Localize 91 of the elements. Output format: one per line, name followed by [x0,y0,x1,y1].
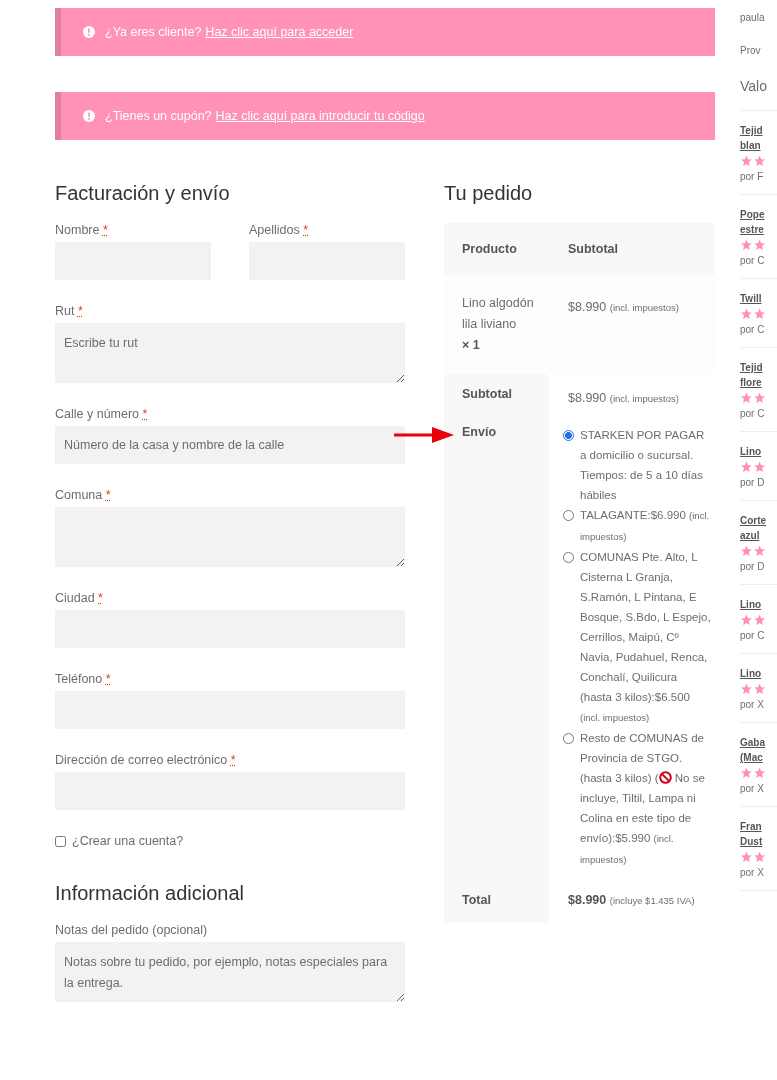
shipping-option-label: STARKEN POR PAGAR a domicilio o sucursal. Tiempos: de 5 a 10 días hábiles [580,428,706,503]
section-title: Facturación y envío [55,182,231,205]
tax-note: (incluye $1.435 IVA) [609,895,695,906]
notice-text: ¿Tienes un cupón? [105,109,212,123]
product-link[interactable]: estre [740,224,764,235]
price: $8.990 [568,300,607,314]
product-link[interactable]: Dust [740,836,763,847]
required-mark: * [142,407,148,421]
row-label: Total [444,880,549,923]
required-mark: * [77,304,83,318]
review-author: por C [740,255,765,266]
rating-stars-drawing [740,851,766,863]
required-mark: * [98,591,103,605]
shipping-option-label: Resto de COMUNAS de Provincia de STGO. (hasta 3 kilos) ( No se incluye, Tiltil, Lampa ni Colina en este tipo de envío):$5.990 (incl. impuestos) [580,731,706,867]
product-link[interactable]: Twill [740,293,762,304]
field-label: Nombre [55,223,100,237]
rating-stars-drawing [740,155,766,167]
total-price: $8.990 [568,893,607,907]
price: $8.990 [568,391,607,405]
product-link[interactable]: (Mac [740,752,763,763]
radio-button[interactable] [563,510,574,521]
alert-icon [83,26,95,38]
section-title: Información adicional [55,882,245,905]
tax-note: (incl. impuestos) [609,302,679,313]
required-mark: * [102,223,108,237]
row-label: Envío [462,425,497,439]
product-name: Lino algodón lila liviano × 1 [461,295,535,354]
field-label: Rut [55,304,75,318]
product-link[interactable]: Fran [740,821,762,832]
arrow-annotation [394,427,454,443]
review-author: por X [740,699,764,710]
product-link[interactable]: Tejid [740,362,763,373]
required-mark: * [303,223,309,237]
field-label: Apellidos [249,223,300,237]
checkbox-label: ¿Crear una cuenta? [72,834,184,848]
checkbox[interactable] [55,835,66,847]
rating-stars-drawing [740,392,766,404]
review-author: por X [740,867,764,878]
radio-button[interactable] [563,552,574,563]
product-link[interactable]: azul [740,530,760,541]
sidebar-text: Prov [740,45,762,56]
product-link[interactable]: flore [740,377,762,388]
field-label: Calle y número [55,407,140,421]
review-author: por C [740,324,765,335]
column-header: Producto [461,240,518,258]
sidebar-heading: Valo [740,78,777,111]
product-link[interactable]: Pope [740,209,765,220]
review-author: por X [740,783,764,794]
field-label: Teléfono [55,672,103,686]
rating-stars-drawing [740,461,766,473]
shipping-option-label: TALAGANTE:$6.990 (incl. impuestos) [580,508,711,544]
section-title: Tu pedido [444,182,534,205]
review-author: por D [740,477,765,488]
required-mark: * [230,753,236,767]
field-label: Notas del pedido (opcional) [55,923,208,937]
review-author: por C [740,408,765,419]
required-mark: * [105,488,111,502]
rating-stars-drawing [740,683,766,695]
alert-icon [83,110,95,122]
shipping-option-label: COMUNAS Pte. Alto, L Cisterna L Granja, S.Ramón, L Pintana, E Bosque, S.Bdo, L Espejo, Cerrillos, Maipú, Cº Navia, Pudahuel, Renca, Conchalí, Quilicura (hasta 3 kilos):$6.500 (incl. impuestos) [580,550,711,725]
product-link[interactable]: Tejid [740,125,763,136]
input-field[interactable]: Número de la casa y nombre de la calle [55,426,405,464]
field-label: Comuna [55,488,103,502]
review-author: por F [740,171,764,182]
notice-text: ¿Ya eres cliente? [105,25,202,39]
review-author: por D [740,561,765,572]
product-link[interactable]: Lino [740,446,762,457]
prohibited-icon [658,771,672,784]
product-link[interactable]: blan [740,140,761,151]
field-label: Dirección de correo electrónico [55,753,228,767]
required-mark: * [105,672,111,686]
sidebar-text: paula [740,12,766,23]
row-label: Subtotal [444,374,549,419]
column-header: Subtotal [567,240,619,258]
text-area[interactable]: Escribe tu rut [55,323,405,383]
review-author: por C [740,630,765,641]
rating-stars-drawing [740,239,766,251]
text-area[interactable]: Notas sobre tu pedido, por ejemplo, notas especiales para la entrega. [55,942,405,1002]
rating-stars-drawing [740,767,766,779]
rating-stars-drawing [740,308,766,320]
rating-stars-drawing [740,614,766,626]
rating-stars-drawing [740,545,766,557]
radio-button[interactable] [563,430,574,441]
product-link[interactable]: Lino [740,668,762,679]
tax-note: (incl. impuestos) [609,393,679,404]
radio-button[interactable] [563,733,574,744]
product-link[interactable]: Gaba [740,737,765,748]
text-area[interactable] [55,507,405,567]
product-link[interactable]: Lino [740,599,762,610]
product-link[interactable]: Corte [740,515,767,526]
field-label: Ciudad [55,591,95,605]
